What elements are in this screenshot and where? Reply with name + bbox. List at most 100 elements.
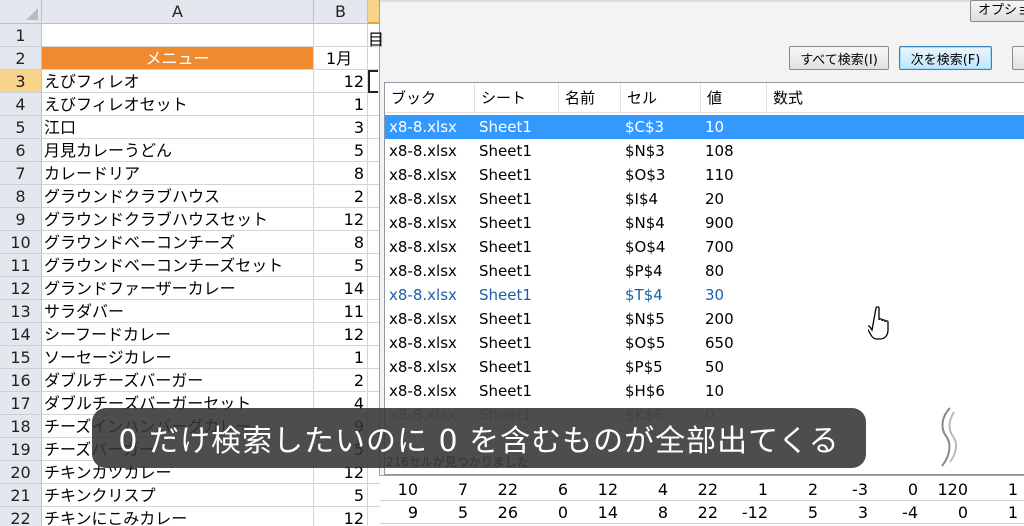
cell-value[interactable]: -3 xyxy=(832,478,868,501)
row-number[interactable]: 11 xyxy=(0,254,42,277)
cell-month-value[interactable]: 8 xyxy=(314,162,368,185)
row-number[interactable]: 12 xyxy=(0,277,42,300)
row-number[interactable]: 17 xyxy=(0,392,42,415)
result-row[interactable]: x8-8.xlsx Sheet1 $H$6 10 xyxy=(385,379,1024,403)
cell-menu-name[interactable]: えびフィレオ xyxy=(42,70,314,93)
row-number[interactable]: 4 xyxy=(0,93,42,116)
row-number[interactable]: 3 xyxy=(0,70,42,93)
cell-menu-name[interactable]: カレードリア xyxy=(42,162,314,185)
result-row[interactable]: x8-8.xlsx Sheet1 $T$4 30 xyxy=(385,283,1024,307)
result-row[interactable]: x8-8.xlsx Sheet1 $C$3 10 xyxy=(385,115,1024,139)
cell-value[interactable]: 7 xyxy=(432,478,468,501)
column-header-b[interactable]: B xyxy=(314,0,368,24)
cell-value[interactable]: 6 xyxy=(532,478,568,501)
row-number[interactable]: 2 xyxy=(0,47,42,70)
col-book[interactable]: ブック xyxy=(385,83,475,113)
cell-menu-name[interactable]: ソーセージカレー xyxy=(42,346,314,369)
row-number[interactable]: 5 xyxy=(0,116,42,139)
cell-month-value[interactable]: 3 xyxy=(314,116,368,139)
cell-menu-name[interactable]: チキンクリスプ xyxy=(42,484,314,507)
row-number[interactable]: 21 xyxy=(0,484,42,507)
cell-month-value[interactable]: 12 xyxy=(314,323,368,346)
cell-menu-name[interactable]: シーフードカレー xyxy=(42,323,314,346)
cell-value[interactable]: 9 xyxy=(382,501,418,524)
cell-value[interactable]: 2 xyxy=(782,478,818,501)
row-number[interactable]: 15 xyxy=(0,346,42,369)
col-sheet[interactable]: シート xyxy=(475,83,559,113)
cell-value[interactable]: 1 xyxy=(982,478,1018,501)
column-header-a[interactable]: A xyxy=(42,0,314,24)
row-number[interactable]: 9 xyxy=(0,208,42,231)
result-row[interactable]: x8-8.xlsx Sheet1 $O$4 700 xyxy=(385,235,1024,259)
select-all-corner[interactable] xyxy=(0,0,42,24)
cell-value[interactable]: 0 xyxy=(882,478,918,501)
cell-value[interactable]: -12 xyxy=(732,501,768,524)
find-next-button[interactable]: 次を検索(F) xyxy=(899,46,992,70)
cell-value[interactable]: 26 xyxy=(482,501,518,524)
row-number[interactable]: 10 xyxy=(0,231,42,254)
row-number[interactable]: 1 xyxy=(0,24,42,47)
row-number[interactable]: 16 xyxy=(0,369,42,392)
cell-month-value[interactable]: 12 xyxy=(314,208,368,231)
find-all-button[interactable]: すべて検索(I) xyxy=(789,46,889,70)
row-number[interactable]: 7 xyxy=(0,162,42,185)
cell-month-value[interactable]: 8 xyxy=(314,231,368,254)
cell-month-value[interactable]: 12 xyxy=(314,507,368,526)
cell-menu-name[interactable]: グランドファーザーカレー xyxy=(42,277,314,300)
cell-c[interactable] xyxy=(368,507,380,526)
col-name[interactable]: 名前 xyxy=(559,83,621,113)
cell-value[interactable]: 22 xyxy=(682,501,718,524)
options-button[interactable]: オプション xyxy=(970,0,1024,22)
result-row[interactable]: x8-8.xlsx Sheet1 $O$3 110 xyxy=(385,163,1024,187)
row-number[interactable]: 22 xyxy=(0,507,42,526)
cell-value[interactable]: 10 xyxy=(382,478,418,501)
row-number[interactable]: 13 xyxy=(0,300,42,323)
cell-month-value[interactable]: 1 xyxy=(314,93,368,116)
cell-month-value[interactable]: 11 xyxy=(314,300,368,323)
result-row[interactable]: x8-8.xlsx Sheet1 $N$3 108 xyxy=(385,139,1024,163)
col-cell[interactable]: セル xyxy=(621,83,701,113)
result-row[interactable]: x8-8.xlsx Sheet1 $I$4 20 xyxy=(385,187,1024,211)
row-number[interactable]: 18 xyxy=(0,415,42,438)
cell-menu-name[interactable]: ダブルチーズバーガー xyxy=(42,369,314,392)
cell-value[interactable]: -4 xyxy=(882,501,918,524)
cell-menu-name[interactable]: サラダバー xyxy=(42,300,314,323)
cell-value[interactable]: 12 xyxy=(582,478,618,501)
result-row[interactable]: x8-8.xlsx Sheet1 $P$4 80 xyxy=(385,259,1024,283)
cell-month-value[interactable] xyxy=(314,24,368,47)
row-number[interactable]: 20 xyxy=(0,461,42,484)
cell-value[interactable]: 22 xyxy=(482,478,518,501)
cell-month-value[interactable]: 5 xyxy=(314,484,368,507)
cell-menu-name[interactable]: グラウンドベーコンチーズセット xyxy=(42,254,314,277)
result-row[interactable]: x8-8.xlsx Sheet1 $N$5 200 xyxy=(385,307,1024,331)
cell-menu-name[interactable]: 江口 xyxy=(42,116,314,139)
row-number[interactable]: 14 xyxy=(0,323,42,346)
cell-value[interactable]: 5 xyxy=(782,501,818,524)
col-formula[interactable]: 数式 xyxy=(767,83,1024,113)
cell-menu-name[interactable]: 月見カレーうどん xyxy=(42,139,314,162)
result-row[interactable]: x8-8.xlsx Sheet1 $P$5 50 xyxy=(385,355,1024,379)
cell-menu-name[interactable]: チキンにこみカレー xyxy=(42,507,314,526)
cell-menu-name[interactable]: メニュー xyxy=(42,47,314,70)
cell-c[interactable] xyxy=(368,484,380,507)
cell-value[interactable]: 0 xyxy=(532,501,568,524)
cell-menu-name[interactable]: グラウンドベーコンチーズ xyxy=(42,231,314,254)
col-value[interactable]: 値 xyxy=(701,83,767,113)
result-row[interactable]: x8-8.xlsx Sheet1 $O$5 650 xyxy=(385,331,1024,355)
cell-value[interactable]: 0 xyxy=(932,501,968,524)
cell-value[interactable]: 3 xyxy=(832,501,868,524)
cell-month-value[interactable]: 12 xyxy=(314,70,368,93)
cell-month-value[interactable]: 1 xyxy=(314,346,368,369)
cell-value[interactable]: 1 xyxy=(982,501,1018,524)
close-button[interactable] xyxy=(1012,46,1024,70)
cell-value[interactable]: 1 xyxy=(732,478,768,501)
cell-month-value[interactable]: 5 xyxy=(314,139,368,162)
cell-month-value[interactable]: 2 xyxy=(314,185,368,208)
cell-month-value[interactable]: 5 xyxy=(314,254,368,277)
cell-value[interactable]: 4 xyxy=(632,478,668,501)
cell-value[interactable]: 5 xyxy=(432,501,468,524)
cell-value[interactable]: 14 xyxy=(582,501,618,524)
cell-menu-name[interactable]: えびフィレオセット xyxy=(42,93,314,116)
cell-month-value[interactable]: 1月 xyxy=(314,47,368,70)
cell-menu-name[interactable]: グラウンドクラブハウスセット xyxy=(42,208,314,231)
